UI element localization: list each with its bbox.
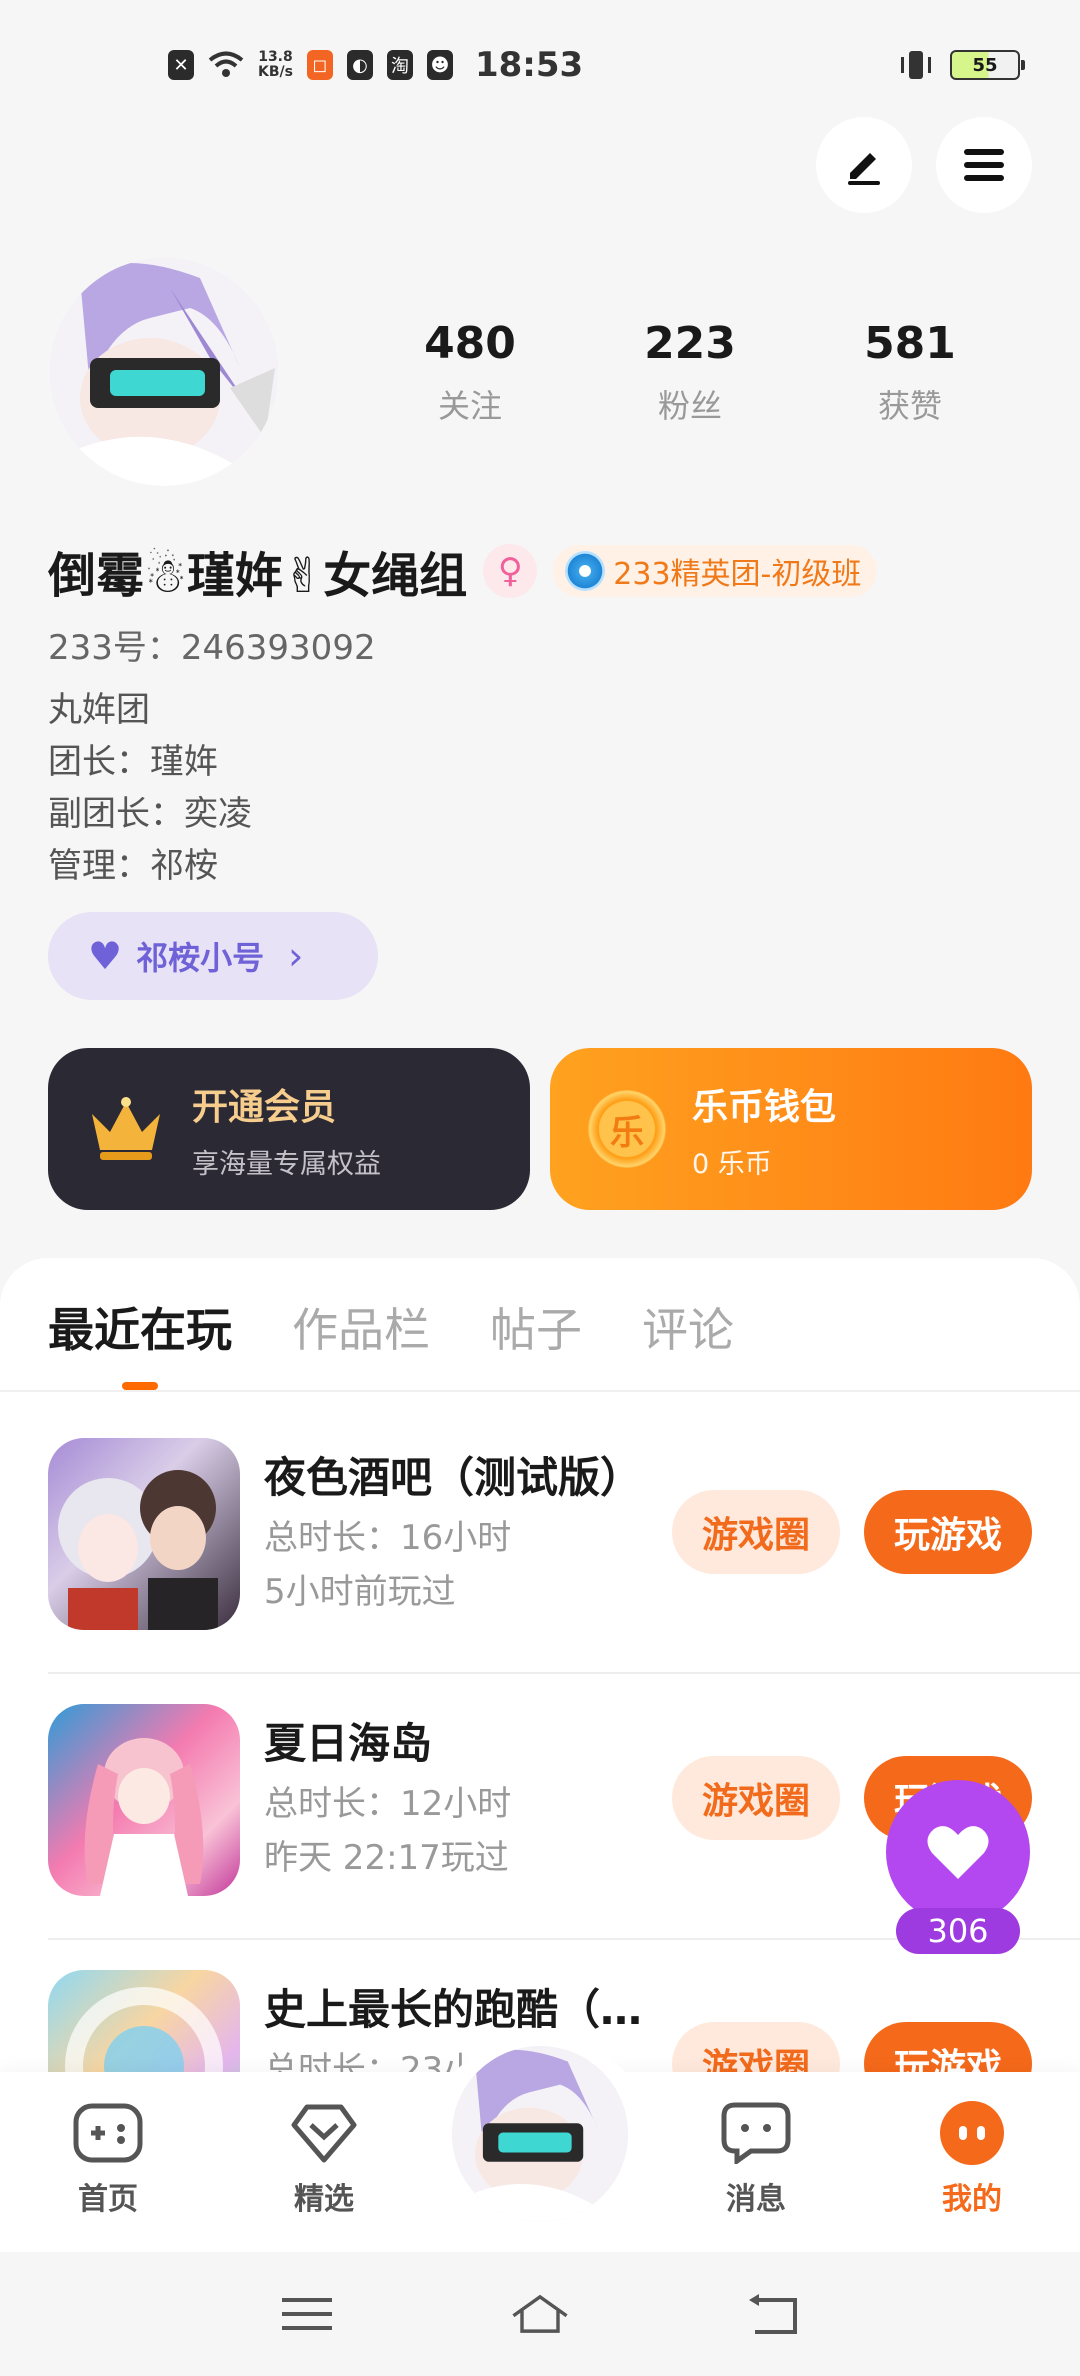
like-count: 306	[896, 1908, 1020, 1954]
stat-label: 粉丝	[657, 387, 722, 425]
alt-account-label: 祁桉小号	[136, 939, 265, 977]
nav-messages[interactable]: 消息	[676, 2102, 836, 2218]
wallet-title: 乐币钱包	[692, 1086, 837, 1128]
me-face-icon	[937, 2101, 1007, 2165]
promo-cards: 开通会员 享海量专属权益 乐 乐币钱包 0 乐币	[48, 1048, 1032, 1210]
heart-icon	[927, 1826, 989, 1879]
game-name: 夜色酒吧（测试版）	[264, 1453, 643, 1502]
cat-app-icon: ☻	[426, 50, 453, 80]
profile-avatar[interactable]	[50, 258, 278, 486]
game-icon[interactable]	[48, 1438, 240, 1630]
bio-line: 团长：瑾姩	[48, 742, 218, 782]
heart-box-icon	[289, 2102, 359, 2164]
stat-label: 获赞	[877, 387, 942, 425]
stat-following[interactable]: 480 关注	[360, 318, 580, 427]
nav-label: 首页	[78, 2182, 138, 2217]
bio-line: 丸姩团	[48, 690, 150, 730]
home-icon	[512, 2294, 568, 2333]
profile-stats: 480 关注 223 粉丝 581 获赞	[360, 318, 1020, 427]
game-name: 夏日海岛	[264, 1719, 433, 1768]
taobao-icon: 淘	[386, 50, 413, 80]
user-name: 倒霉☃瑾姩✌女绳组	[48, 548, 468, 604]
game-circle-button[interactable]: 游戏圈	[672, 1756, 840, 1840]
network-speed: 13.8 KB/s	[258, 49, 293, 80]
chat-bubble-icon	[721, 2102, 791, 2164]
float-like-circle[interactable]	[886, 1780, 1030, 1924]
app-notification-icon: ◐	[346, 50, 373, 80]
chevron-right-icon: ›	[288, 934, 304, 978]
alt-account-link[interactable]: ♥ 祁桉小号 ›	[48, 912, 378, 1000]
nav-label: 精选	[294, 2182, 354, 2217]
wifi-icon	[208, 51, 244, 77]
crown-icon	[92, 1097, 160, 1160]
nav-featured[interactable]: 精选	[244, 2102, 404, 2218]
nav-home[interactable]: 首页	[28, 2102, 188, 2218]
stat-value: 480	[424, 318, 516, 369]
hamburger-menu-icon	[964, 149, 1004, 181]
nav-label: 我的	[942, 2182, 1002, 2217]
vip-title: 开通会员	[192, 1086, 337, 1128]
game-icon[interactable]	[48, 1704, 240, 1896]
nav-center-avatar[interactable]	[452, 2046, 628, 2222]
stat-likes[interactable]: 581 获赞	[800, 318, 1020, 427]
user-bio: 丸姩团 团长：瑾姩 副团长：奕凌 管理：祁桉	[48, 684, 252, 892]
menu-button[interactable]	[936, 117, 1032, 213]
user-id: 233号：246393092	[48, 628, 376, 668]
stat-label: 关注	[437, 387, 502, 425]
status-bar: ✕ 13.8 KB/s ◻ ◐ 淘 ☻ 18:53 55	[0, 0, 1080, 130]
back-icon	[749, 2294, 798, 2334]
vip-card[interactable]: 开通会员 享海量专属权益	[48, 1048, 530, 1210]
app-notification-icon: ◻	[306, 50, 333, 80]
nav-label: 消息	[726, 2182, 786, 2217]
team-badge[interactable]: 233精英团-初级班	[553, 545, 878, 597]
stat-value: 223	[644, 318, 736, 369]
edit-profile-button[interactable]	[816, 117, 912, 213]
heart-icon: ♥	[88, 934, 123, 978]
game-circle-button[interactable]: 游戏圈	[672, 1490, 840, 1574]
wallet-balance: 0 乐币	[692, 1148, 772, 1180]
edit-pen-icon	[848, 153, 880, 185]
gamepad-icon	[73, 2102, 143, 2164]
game-duration: 总时长：12小时	[264, 1784, 512, 1824]
recent-apps-button[interactable]	[277, 2289, 337, 2339]
coin-icon: 乐	[588, 1090, 666, 1168]
stat-followers[interactable]: 223 粉丝	[580, 318, 800, 427]
name-row: 倒霉☃瑾姩✌女绳组 ♀ 233精英团-初级班	[48, 536, 878, 606]
profile-tabs: 最近在玩 作品栏 帖子 评论	[48, 1294, 734, 1390]
game-last-played: 昨天 22:17玩过	[264, 1838, 509, 1878]
vibrate-icon	[901, 51, 931, 79]
badge-label: 233精英团-初级班	[613, 557, 862, 592]
game-name: 史上最长的跑酷（…	[264, 1985, 643, 2034]
back-button[interactable]	[743, 2289, 803, 2339]
home-button[interactable]	[510, 2289, 570, 2339]
tab-posts[interactable]: 帖子	[490, 1294, 582, 1390]
female-gender-icon: ♀	[483, 544, 538, 598]
bio-line: 管理：祁桉	[48, 846, 218, 886]
battery-indicator: 55	[950, 50, 1025, 80]
game-last-played: 5小时前玩过	[264, 1572, 456, 1612]
tab-comments[interactable]: 评论	[642, 1294, 734, 1390]
game-row[interactable]: 夜色酒吧（测试版） 总时长：16小时 5小时前玩过 游戏圈 玩游戏	[0, 1406, 1080, 1672]
vip-subtitle: 享海量专属权益	[192, 1148, 381, 1180]
menu-lines-icon	[281, 2298, 332, 2330]
game-duration: 总时长：16小时	[264, 1518, 512, 1558]
wallet-card[interactable]: 乐 乐币钱包 0 乐币	[550, 1048, 1032, 1210]
badge-medal-icon	[565, 551, 606, 591]
notification-close-icon: ✕	[168, 50, 194, 80]
stat-value: 581	[864, 318, 956, 369]
system-navigation-bar	[0, 2252, 1080, 2376]
bottom-nav: 首页 精选 消息 我的	[0, 2036, 1080, 2252]
divider	[0, 1390, 1080, 1392]
floating-like-button[interactable]: 306	[886, 1780, 1030, 1954]
tab-works[interactable]: 作品栏	[292, 1294, 430, 1390]
clock: 18:53	[474, 45, 584, 85]
nav-me[interactable]: 我的	[892, 2101, 1052, 2218]
tab-recent-played[interactable]: 最近在玩	[48, 1294, 232, 1390]
play-game-button[interactable]: 玩游戏	[864, 1490, 1032, 1574]
bio-line: 副团长：奕凌	[48, 794, 252, 834]
